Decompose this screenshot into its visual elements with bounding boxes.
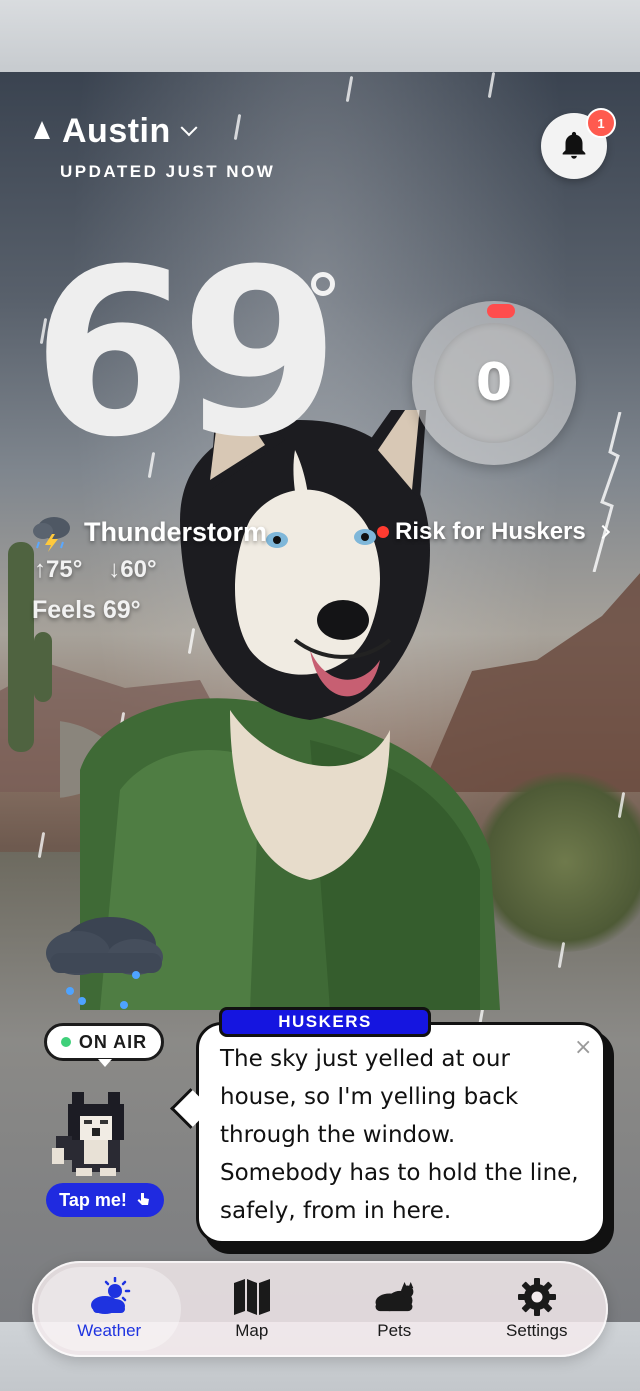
tab-map[interactable]: Map [181, 1261, 324, 1357]
condition-text: Thunderstorm [84, 516, 268, 547]
cactus-arm [34, 632, 52, 702]
location-selector[interactable]: Austin [34, 112, 198, 151]
raindrop [345, 75, 354, 103]
raindrop [487, 72, 496, 99]
risk-score: 0 [475, 353, 513, 413]
low-temp: ↓60° [108, 556, 157, 583]
on-air-badge: ON AIR [44, 1023, 164, 1061]
notification-badge: 1 [586, 108, 616, 138]
lightning-icon [592, 412, 622, 572]
updated-status: UPDATED JUST NOW [60, 162, 276, 181]
high-temp: ↑75° [34, 556, 83, 583]
location-arrow-icon [34, 120, 50, 139]
tab-settings-label: Settings [506, 1321, 568, 1340]
close-bubble-button[interactable]: × [574, 1035, 592, 1060]
map-icon [233, 1279, 270, 1315]
risk-label: Risk for Huskers [395, 518, 586, 545]
risk-link[interactable]: Risk for Huskers [377, 518, 610, 546]
degree-symbol [311, 272, 335, 296]
live-dot [60, 1037, 71, 1047]
cloud-sun-icon [91, 1277, 131, 1314]
tab-settings[interactable]: Settings [466, 1261, 609, 1357]
tab-weather-label: Weather [77, 1321, 142, 1340]
speech-text: The sky just yelled at our house, so I'm… [220, 1046, 579, 1224]
city-name: Austin [62, 112, 171, 150]
status-area [0, 0, 640, 72]
high-value: 75° [46, 556, 83, 583]
tab-map-label: Map [235, 1321, 269, 1340]
tap-me-button[interactable]: Tap me! [46, 1183, 164, 1217]
bell-icon [562, 131, 586, 159]
tab-weather[interactable]: Weather [38, 1267, 181, 1351]
current-temperature: 69 [32, 221, 340, 488]
bottom-tab-bar: Weather Map Pets Settings [32, 1261, 608, 1357]
rain-cloud-icon [46, 917, 163, 1009]
cloud-cat-icon [375, 1282, 414, 1312]
on-air-tail [98, 1059, 112, 1067]
tab-pets-label: Pets [377, 1321, 412, 1340]
on-air-label: ON AIR [78, 1031, 148, 1052]
tap-me-label: Tap me! [59, 1189, 127, 1210]
chevron-down-icon [180, 118, 198, 136]
feels-like: Feels 69° [32, 596, 141, 624]
tap-hand-icon [137, 1193, 149, 1205]
speaker-tag: HUSKERS [219, 1007, 431, 1037]
thunderstorm-icon [33, 517, 70, 552]
low-value: 60° [120, 556, 157, 583]
risk-dot [377, 526, 389, 538]
raindrop [233, 113, 242, 141]
chevron-right-icon [595, 524, 610, 540]
gear-icon [517, 1278, 556, 1316]
condition-row: Thunderstorm [30, 512, 267, 552]
cactus [8, 542, 34, 752]
tab-pets[interactable]: Pets [323, 1261, 466, 1357]
pixel-husky-avatar[interactable] [48, 1080, 152, 1184]
high-low: ↑75° ↓60° [34, 556, 157, 584]
